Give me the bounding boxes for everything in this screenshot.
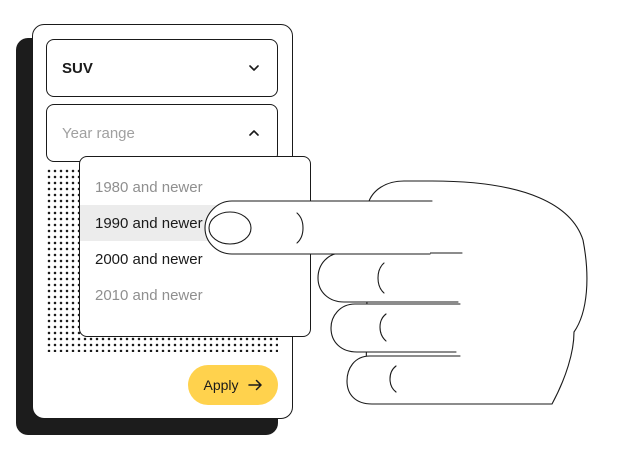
chevron-down-icon — [247, 61, 261, 75]
year-range-dropdown: 1980 and newer 1990 and newer 2000 and n… — [79, 156, 311, 337]
year-range-select[interactable]: Year range — [46, 104, 278, 162]
year-range-placeholder: Year range — [62, 124, 135, 142]
vehicle-type-select[interactable]: SUV — [46, 39, 278, 97]
vehicle-type-value: SUV — [62, 59, 93, 77]
option-1980[interactable]: 1980 and newer — [80, 169, 310, 205]
option-2010[interactable]: 2010 and newer — [80, 277, 310, 313]
arrow-right-icon — [247, 379, 263, 391]
option-2000[interactable]: 2000 and newer — [80, 241, 310, 277]
chevron-up-icon — [247, 126, 261, 140]
apply-button[interactable]: Apply — [188, 365, 278, 405]
apply-label: Apply — [203, 377, 239, 393]
option-1990[interactable]: 1990 and newer — [80, 205, 310, 241]
